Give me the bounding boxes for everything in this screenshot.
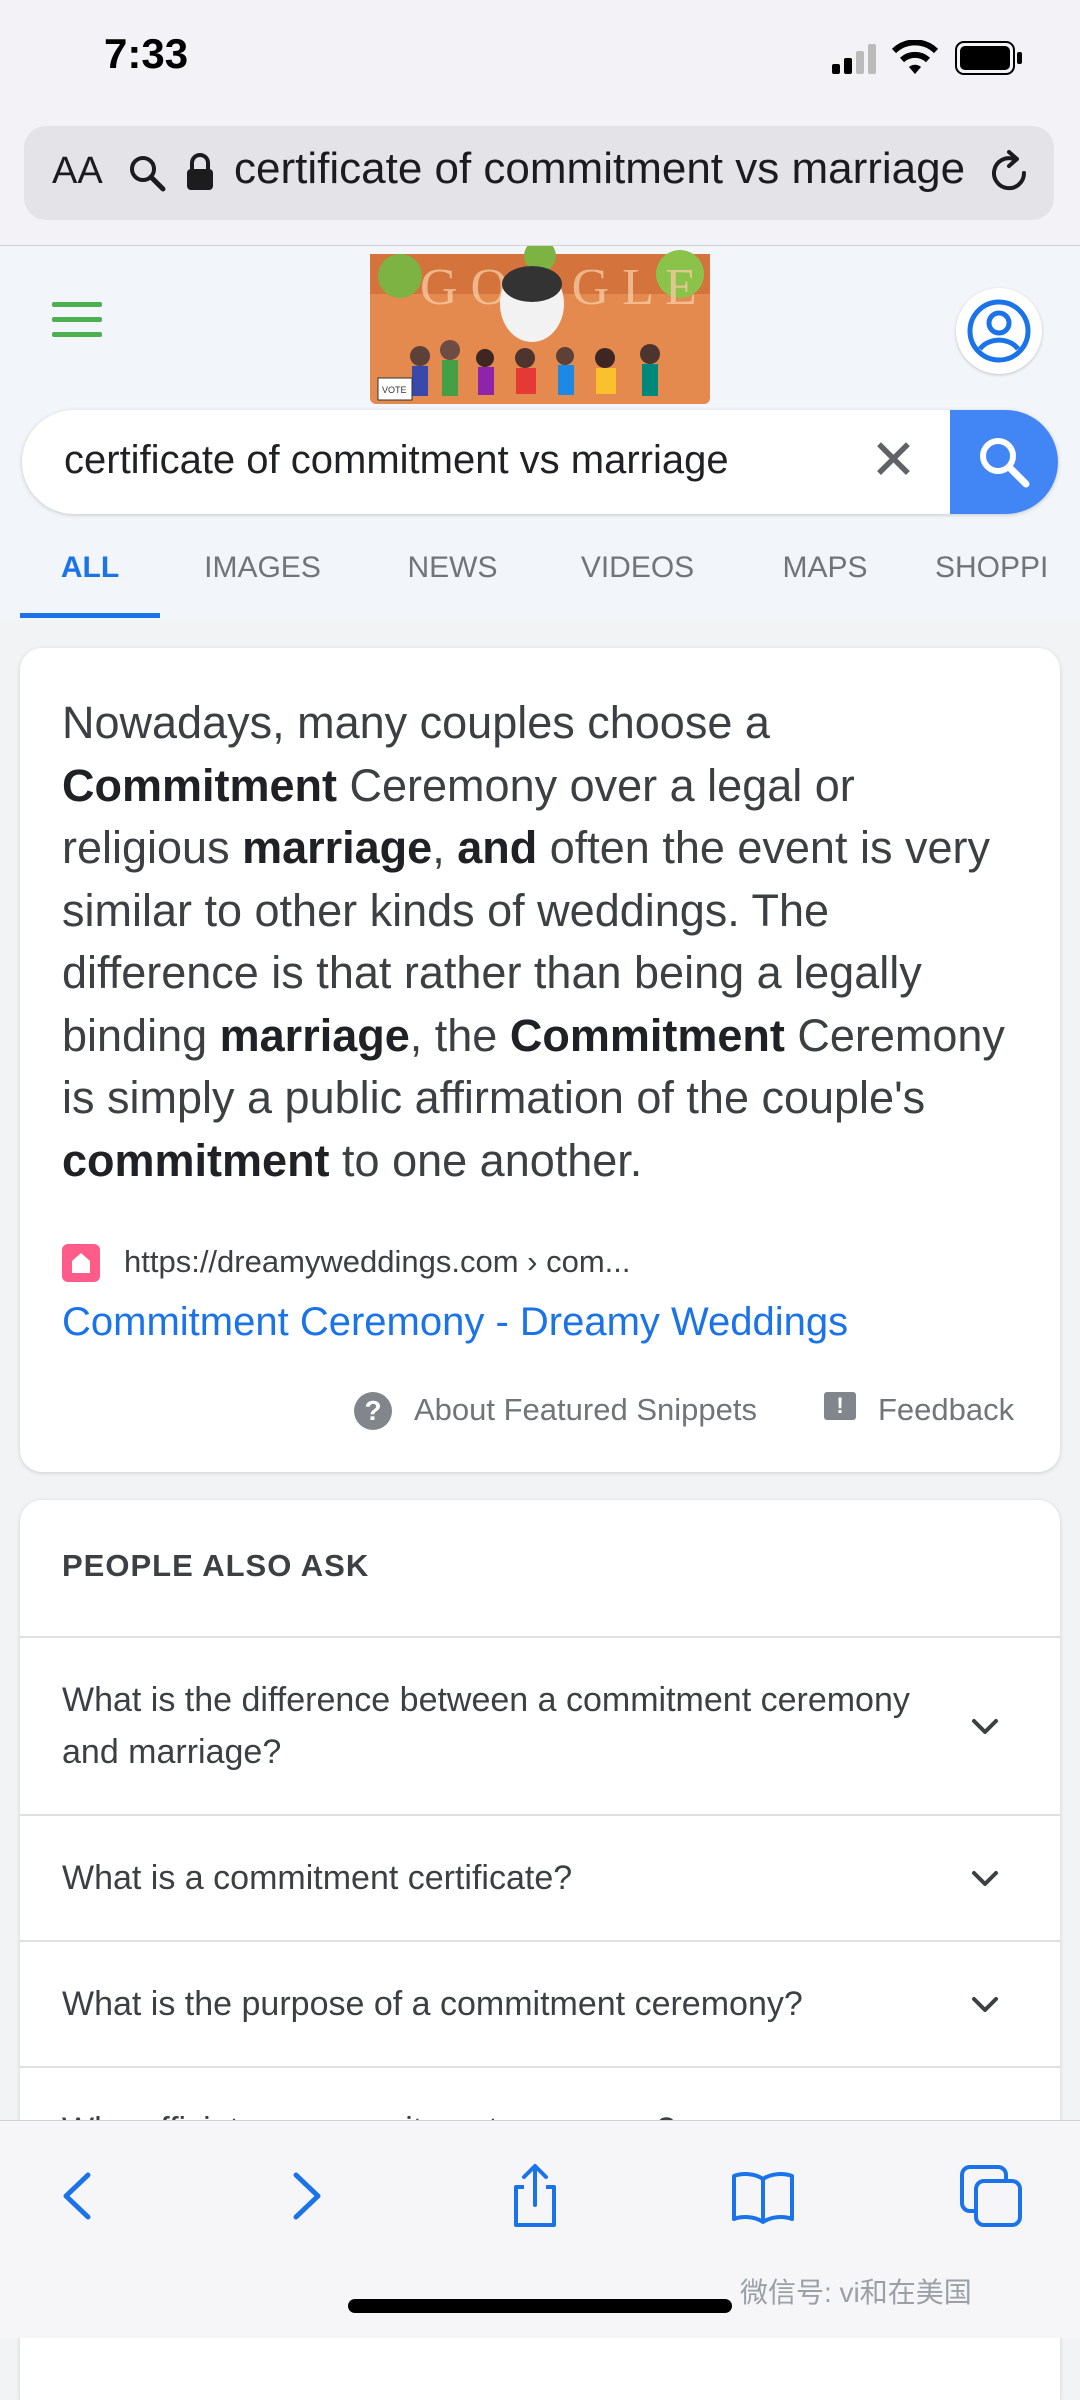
search-tabs: ALL IMAGES NEWS VIDEOS MAPS SHOPPI	[0, 542, 1080, 620]
about-featured-snippets-link[interactable]: About Featured Snippets	[414, 1392, 757, 1428]
wifi-icon	[891, 40, 939, 74]
chevron-down-icon	[972, 1719, 998, 1734]
clear-icon[interactable]: ✕	[870, 432, 917, 488]
tab-images[interactable]: IMAGES	[190, 542, 335, 618]
search-button[interactable]	[950, 410, 1058, 514]
search-icon	[130, 156, 166, 192]
status-time: 7:33	[104, 30, 189, 77]
menu-icon[interactable]	[52, 302, 102, 338]
source-url[interactable]: https://dreamyweddings.com › com...	[124, 1244, 631, 1280]
account-icon	[967, 299, 1031, 363]
snippet-text: Nowadays, many couples choose a Commitme…	[62, 697, 1005, 1186]
paa-question-text: What is the purpose of a commitment cere…	[62, 1985, 803, 2023]
paa-question[interactable]: What is the difference between a commitm…	[20, 1636, 1060, 1816]
tab-shopping[interactable]: SHOPPI	[935, 542, 1080, 618]
tab-maps[interactable]: MAPS	[765, 542, 885, 618]
browser-address-area: AA certificate of commitment vs marriage	[0, 118, 1080, 246]
chevron-down-icon	[972, 1997, 998, 2012]
tab-news[interactable]: NEWS	[390, 542, 515, 618]
lock-icon	[187, 153, 213, 190]
feedback-icon[interactable]: !	[824, 1392, 856, 1420]
tab-all[interactable]: ALL	[20, 542, 160, 618]
share-icon[interactable]	[500, 2161, 570, 2231]
paa-question[interactable]: What is the purpose of a commitment cere…	[20, 1940, 1060, 2068]
text-size-button[interactable]: AA	[52, 150, 103, 193]
tabs-icon[interactable]	[956, 2161, 1026, 2231]
status-bar: 7:33	[0, 0, 1080, 118]
battery-icon	[955, 41, 1022, 75]
paa-question[interactable]: What is a commitment certificate?	[20, 1814, 1060, 1942]
source-title-link[interactable]: Commitment Ceremony - Dreamy Weddings	[62, 1300, 848, 1345]
text-size-label: AA	[52, 150, 103, 192]
search-icon	[980, 438, 1030, 488]
feedback-link[interactable]: Feedback	[878, 1392, 1014, 1428]
browser-toolbar: 微信号: vi和在美国	[0, 2120, 1080, 2338]
bookmarks-icon[interactable]	[728, 2161, 798, 2231]
back-icon[interactable]	[44, 2161, 114, 2231]
watermark: 微信号: vi和在美国	[740, 2277, 972, 2308]
paa-title: PEOPLE ALSO ASK	[62, 1548, 370, 1583]
search-input[interactable]: certificate of commitment vs marriage	[64, 438, 729, 483]
google-header: G O O G L E VOTE certificate of commitme…	[0, 246, 1080, 620]
url-text[interactable]: certificate of commitment vs marriage	[234, 144, 984, 194]
paa-question-text: What is the difference between a commitm…	[62, 1681, 910, 1771]
account-button[interactable]	[956, 288, 1042, 374]
site-favicon	[62, 1244, 100, 1282]
help-icon[interactable]: ?	[354, 1392, 392, 1430]
svg-text:VOTE: VOTE	[382, 385, 407, 395]
paa-question-text: What is a commitment certificate?	[62, 1859, 573, 1897]
forward-icon[interactable]	[270, 2161, 340, 2231]
search-box[interactable]: certificate of commitment vs marriage ✕	[22, 410, 1058, 514]
tab-videos[interactable]: VIDEOS	[565, 542, 710, 618]
home-indicator[interactable]	[348, 2299, 732, 2313]
signal-icon	[832, 44, 876, 74]
google-doodle-logo[interactable]: G O O G L E VOTE	[360, 246, 720, 406]
chevron-down-icon	[972, 1871, 998, 1886]
reload-icon[interactable]	[984, 148, 1034, 198]
address-bar[interactable]: AA certificate of commitment vs marriage	[24, 126, 1054, 220]
featured-snippet: Nowadays, many couples choose a Commitme…	[20, 648, 1060, 1472]
